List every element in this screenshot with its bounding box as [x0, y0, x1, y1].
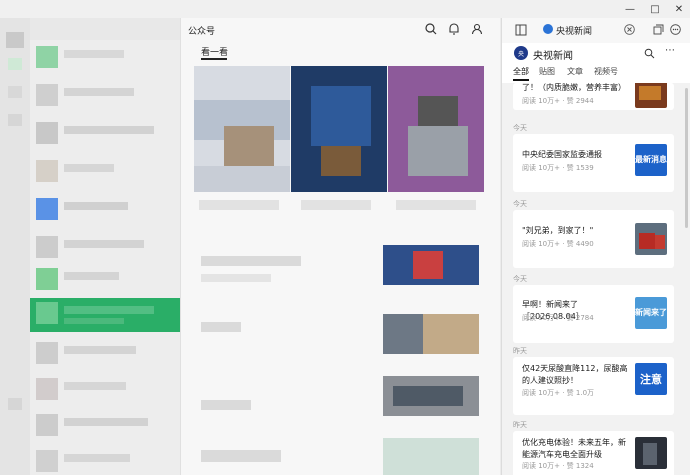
more-options-icon[interactable]: ⋯: [665, 45, 675, 56]
article-card[interactable]: 了！（内质脆嫩，营养丰富） 阅读 10万+ · 赞 2944: [513, 83, 674, 110]
article-date: 昨天: [513, 347, 527, 355]
list-item-thumb[interactable]: [383, 438, 479, 475]
list-item[interactable]: [30, 42, 180, 76]
article-thumb: 新闻来了: [635, 297, 667, 329]
article-thumb: [635, 223, 667, 255]
menu-icon[interactable]: [8, 398, 22, 410]
article-thumb: [635, 437, 667, 469]
article-meta: 阅读 10万+ · 赞 2944: [522, 97, 594, 105]
bell-icon[interactable]: [447, 22, 461, 36]
nav-sidebar: [0, 18, 30, 475]
list-item[interactable]: [30, 338, 180, 372]
list-item-selected[interactable]: [30, 298, 180, 332]
window-titlebar: — □ ✕: [0, 0, 690, 18]
page-title: 公众号: [188, 27, 216, 37]
article-meta: 阅读 10万+ · 赞 1324: [522, 462, 594, 470]
close-button[interactable]: ✕: [667, 0, 690, 18]
close-tab-icon[interactable]: [624, 24, 635, 35]
feed-card[interactable]: [388, 66, 484, 192]
copy-window-icon[interactable]: [653, 24, 664, 35]
official-accounts-panel: 公众号 看一看: [180, 18, 500, 475]
tab-posts[interactable]: 贴图: [539, 66, 555, 77]
article-date: 今天: [513, 124, 527, 132]
list-item[interactable]: [201, 256, 301, 266]
list-item[interactable]: [30, 410, 180, 444]
list-item-thumb[interactable]: [383, 376, 479, 416]
sidebar-toggle-icon[interactable]: [515, 24, 527, 36]
list-item[interactable]: [30, 118, 180, 152]
article-card[interactable]: 早啊！新闻来了［2026.08.04］ 阅读 10万+ · 赞 2784 新闻来…: [513, 285, 674, 343]
account-name: 央视新闻: [533, 51, 573, 62]
search-input[interactable]: [30, 18, 180, 40]
article-card[interactable]: 仅42天尿酸直降112，尿酸高的人建议照抄！ 阅读 10万+ · 赞 1.0万 …: [513, 357, 674, 415]
scrollbar[interactable]: [685, 88, 688, 228]
list-item-thumb[interactable]: [383, 245, 479, 285]
article-title: "刘兄弟，到家了！": [522, 226, 594, 235]
avatar: 央: [514, 46, 528, 60]
tab-articles[interactable]: 文章: [567, 66, 583, 77]
contacts-icon[interactable]: [8, 86, 22, 98]
search-icon[interactable]: [644, 48, 655, 59]
panel-tabbar: 央视新闻: [502, 18, 690, 43]
article-thumb: 注意: [635, 363, 667, 395]
list-item[interactable]: [201, 322, 241, 332]
profile-icon[interactable]: [470, 22, 484, 36]
list-item[interactable]: [201, 450, 281, 462]
cctv-logo-icon: [543, 24, 553, 34]
account-header: 央 央视新闻 ⋯ 全部 贴图 文章 视频号: [502, 43, 690, 83]
more-icon[interactable]: [670, 24, 681, 35]
feed-card[interactable]: [194, 66, 290, 192]
list-item[interactable]: [201, 400, 251, 410]
feed-card[interactable]: [291, 66, 387, 192]
list-item[interactable]: [30, 156, 180, 190]
article-meta: 阅读 10万+ · 赞 1539: [522, 164, 594, 172]
tab-kanyikan[interactable]: 看一看: [201, 45, 228, 58]
list-item[interactable]: [30, 374, 180, 408]
chat-icon[interactable]: [8, 58, 22, 70]
favorites-icon[interactable]: [8, 114, 22, 126]
tab-indicator: [513, 79, 529, 81]
article-title: 中央纪委国家监委通报: [522, 150, 602, 159]
article-meta: 阅读 10万+ · 赞 4490: [522, 240, 594, 248]
article-title: 了！（内质脆嫩，营养丰富）: [522, 83, 626, 92]
list-item[interactable]: [30, 232, 180, 266]
minimize-button[interactable]: —: [618, 0, 642, 18]
list-item[interactable]: [30, 446, 180, 475]
article-thumb: [635, 83, 667, 108]
article-date: 今天: [513, 275, 527, 283]
article-date: 昨天: [513, 421, 527, 429]
article-title: 优化充电体验！未来五年，新能源汽车充电全面升级: [522, 438, 626, 459]
search-icon[interactable]: [424, 22, 438, 36]
article-thumb: 最新消息: [635, 144, 667, 176]
article-meta: 阅读 10万+ · 赞 2784: [522, 314, 594, 322]
tab-channels[interactable]: 视频号: [594, 66, 618, 77]
tab-indicator: [201, 58, 227, 60]
avatar[interactable]: [6, 32, 24, 48]
oa-header: 公众号: [181, 18, 500, 42]
article-title: 仅42天尿酸直降112，尿酸高的人建议照抄！: [522, 364, 628, 385]
list-item[interactable]: [30, 80, 180, 114]
account-side-panel: 央视新闻 央 央视新闻 ⋯ 全部 贴图 文章 视频号 了！（内质脆嫩，营养丰富）…: [501, 18, 690, 475]
list-item-thumb[interactable]: [383, 314, 479, 354]
tab-all[interactable]: 全部: [513, 66, 529, 77]
article-date: 今天: [513, 200, 527, 208]
article-card[interactable]: 中央纪委国家监委通报 阅读 10万+ · 赞 1539 最新消息: [513, 134, 674, 192]
chat-list: [30, 18, 180, 475]
article-card[interactable]: "刘兄弟，到家了！" 阅读 10万+ · 赞 4490: [513, 210, 674, 268]
article-meta: 阅读 10万+ · 赞 1.0万: [522, 389, 595, 397]
list-item[interactable]: [30, 194, 180, 228]
maximize-button[interactable]: □: [643, 0, 667, 18]
list-item[interactable]: [30, 264, 180, 298]
article-card[interactable]: 优化充电体验！未来五年，新能源汽车充电全面升级 阅读 10万+ · 赞 1324: [513, 431, 674, 475]
tab-title[interactable]: 央视新闻: [556, 24, 592, 37]
